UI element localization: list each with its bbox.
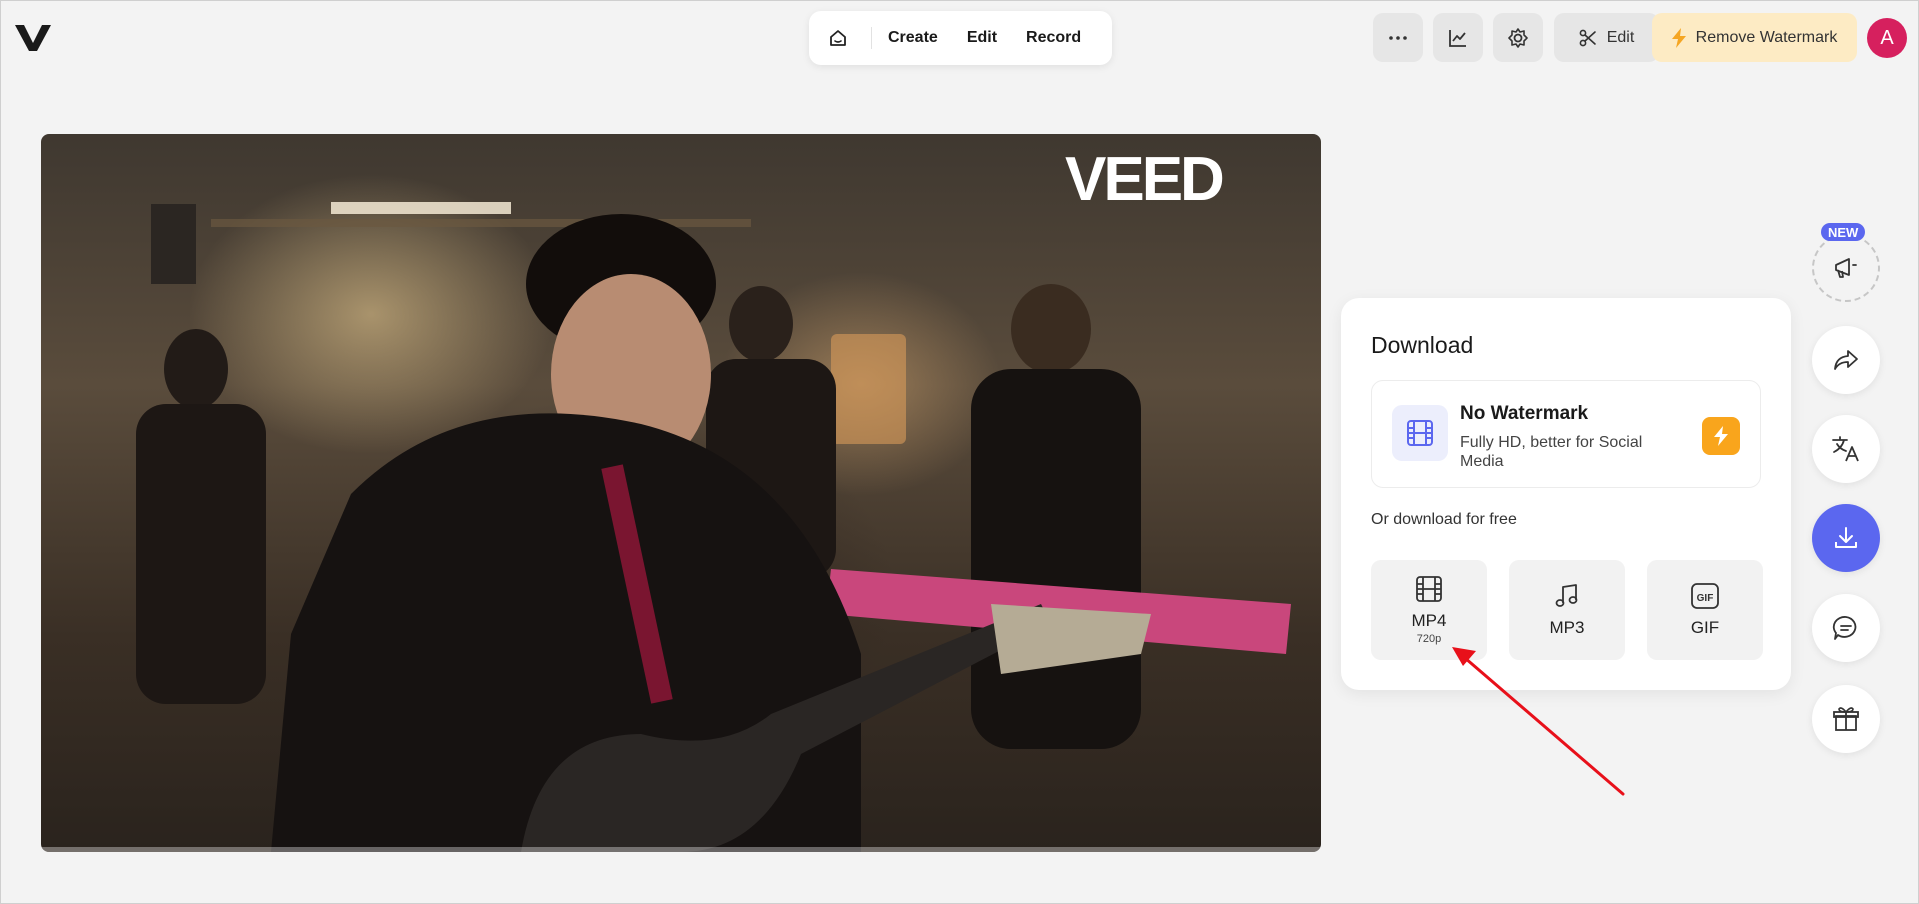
lightning-icon [1671, 27, 1686, 48]
film-icon [1407, 420, 1433, 446]
mp4-label: MP4 [1411, 611, 1447, 630]
no-watermark-title: No Watermark [1460, 403, 1589, 424]
video-progress-bar[interactable] [41, 847, 1321, 852]
veed-logo[interactable] [15, 23, 51, 53]
more-icon [1389, 35, 1407, 40]
mp4-download-button[interactable]: MP4 720p [1371, 560, 1487, 660]
translate-icon [1832, 436, 1859, 462]
new-badge: NEW [1821, 223, 1866, 241]
announcements-button[interactable] [1812, 234, 1880, 302]
film-icon [1416, 576, 1442, 602]
film-icon-container [1392, 405, 1448, 461]
nav-create[interactable]: Create [888, 29, 938, 47]
scissors-icon [1579, 29, 1596, 46]
top-nav: Create Edit Record [809, 11, 1112, 65]
gif-icon: GIF [1691, 583, 1719, 609]
comment-icon [1832, 616, 1857, 640]
avatar[interactable]: A [1867, 18, 1907, 58]
nav-edit[interactable]: Edit [967, 29, 997, 47]
download-title: Download [1371, 332, 1474, 358]
remove-watermark-button[interactable]: Remove Watermark [1652, 13, 1857, 62]
video-frame [136, 202, 1291, 852]
nav-divider [871, 27, 872, 49]
chart-icon [1449, 29, 1466, 47]
veed-watermark-text: VEED [1065, 150, 1223, 206]
upgrade-badge [1702, 417, 1740, 455]
lightning-icon [1714, 426, 1728, 446]
translate-button[interactable] [1812, 415, 1880, 483]
download-icon [1835, 527, 1857, 548]
analytics-button[interactable] [1433, 13, 1483, 62]
gear-icon [1508, 27, 1528, 48]
nav-record[interactable]: Record [1026, 29, 1081, 47]
share-arrow-icon [1834, 350, 1858, 370]
megaphone-icon [1835, 258, 1857, 278]
edit-button[interactable]: Edit [1554, 13, 1659, 62]
veed-watermark: VEED [1065, 150, 1226, 206]
download-panel: Download No Watermark Fully HD, better f… [1341, 298, 1791, 690]
svg-text:GIF: GIF [1697, 593, 1714, 604]
gift-icon [1833, 707, 1859, 731]
home-icon [830, 30, 846, 46]
video-preview[interactable]: VEED [41, 134, 1321, 852]
share-button[interactable] [1812, 326, 1880, 394]
download-button[interactable] [1812, 504, 1880, 572]
gif-download-button[interactable]: GIF GIF [1647, 560, 1763, 660]
mp3-download-button[interactable]: MP3 [1509, 560, 1625, 660]
music-note-icon [1555, 584, 1578, 607]
edit-button-label: Edit [1606, 28, 1635, 46]
more-options-button[interactable] [1373, 13, 1423, 62]
home-button[interactable] [823, 23, 853, 53]
no-watermark-subtitle: Fully HD, better for Social Media [1460, 434, 1643, 470]
remove-watermark-label: Remove Watermark [1695, 28, 1838, 46]
gift-button[interactable] [1812, 685, 1880, 753]
settings-button[interactable] [1493, 13, 1543, 62]
gif-label: GIF [1690, 618, 1720, 637]
free-download-label: Or download for free [1371, 511, 1517, 528]
mp3-label: MP3 [1549, 618, 1585, 637]
no-watermark-option[interactable]: No Watermark Fully HD, better for Social… [1371, 380, 1761, 488]
mp4-resolution: 720p [1416, 633, 1442, 645]
comments-button[interactable] [1812, 594, 1880, 662]
